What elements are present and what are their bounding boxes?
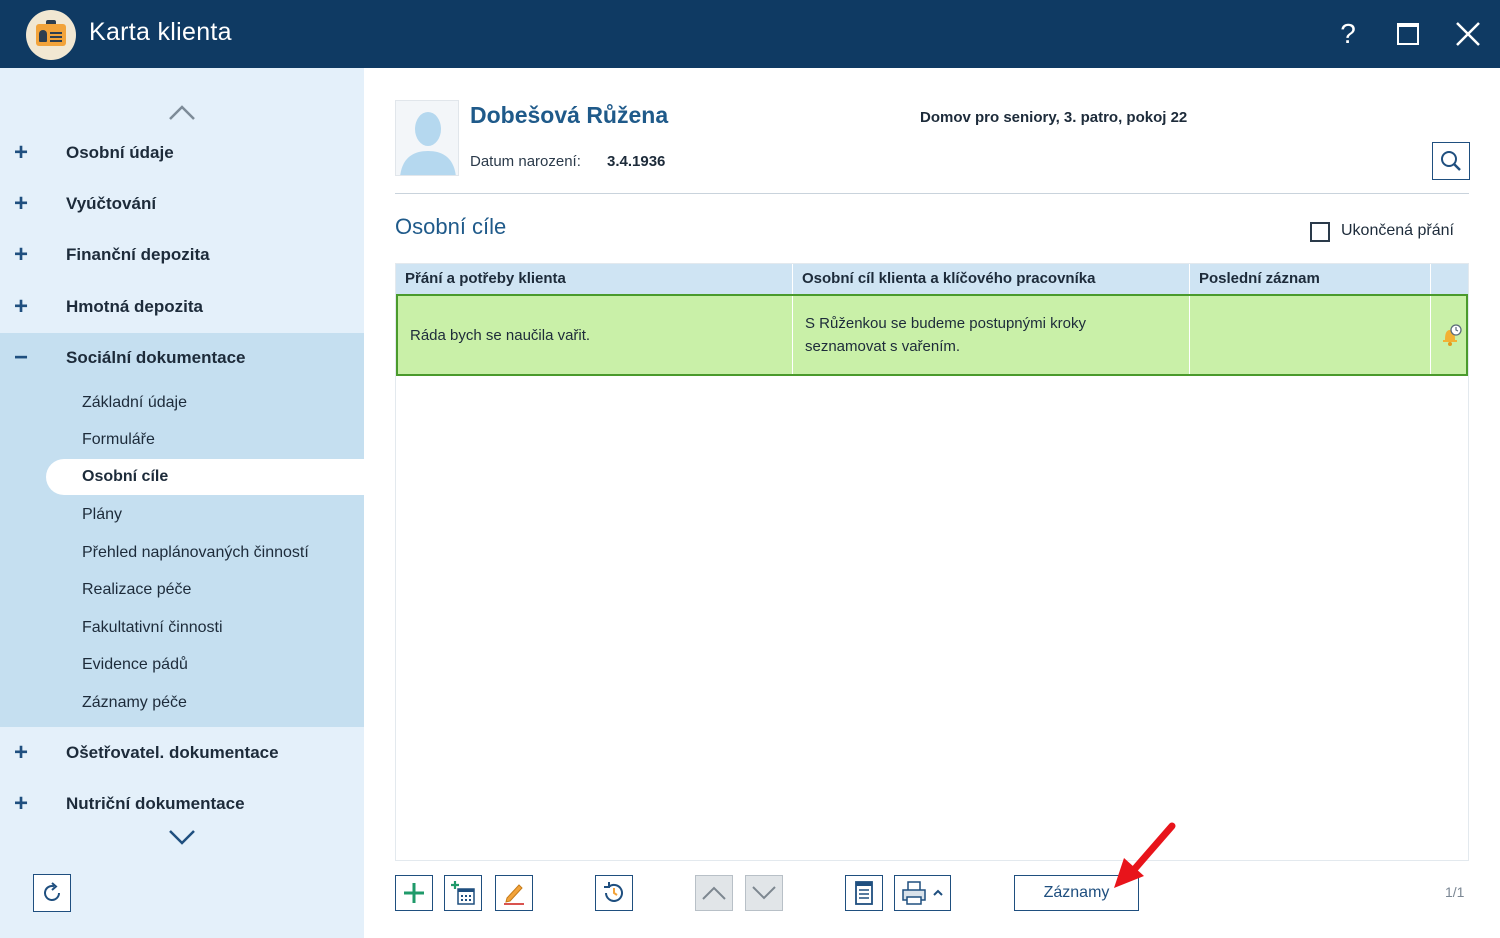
sidebar-item-hmotna-depozita[interactable]: + Hmotná depozita bbox=[0, 287, 364, 327]
expand-icon: + bbox=[14, 293, 29, 320]
client-search-button[interactable] bbox=[1432, 142, 1470, 180]
collapse-icon: − bbox=[14, 344, 29, 371]
scroll-down-icon[interactable] bbox=[168, 828, 196, 846]
refresh-icon bbox=[44, 882, 60, 901]
dob-value: 3.4.1936 bbox=[607, 153, 666, 170]
sidebar-item-label: Nutriční dokumentace bbox=[66, 794, 245, 813]
column-header-last-record[interactable]: Poslední záznam bbox=[1190, 264, 1431, 294]
table-row[interactable]: Ráda bych se naučila vařit. S Růženkou s… bbox=[396, 294, 1468, 376]
close-button[interactable] bbox=[1448, 14, 1488, 54]
dob-label: Datum narození: bbox=[470, 153, 581, 170]
sidebar-item-vyuctovani[interactable]: + Vyúčtování bbox=[0, 184, 364, 224]
ended-wishes-checkbox[interactable] bbox=[1310, 222, 1330, 242]
sidebar-item-label: Vyúčtování bbox=[66, 194, 157, 213]
client-card-icon bbox=[26, 10, 76, 60]
client-name: Dobešová Růžena bbox=[470, 102, 669, 128]
sidebar-item-socialni-dokumentace[interactable]: − Sociální dokumentace bbox=[0, 338, 364, 378]
scroll-up-icon[interactable] bbox=[168, 104, 196, 122]
expand-icon: + bbox=[14, 190, 29, 217]
annotation-arrow-icon bbox=[1114, 822, 1176, 888]
section-title: Osobní cíle bbox=[395, 214, 507, 239]
page-indicator: 1/1 bbox=[1445, 884, 1465, 900]
client-avatar bbox=[395, 100, 459, 176]
sidebar-item-label: Osobní údaje bbox=[66, 143, 174, 162]
expand-icon: + bbox=[14, 241, 29, 268]
subitem-osobni-cile[interactable]: Osobní cíle bbox=[82, 468, 168, 486]
sidebar-item-osobni-udaje[interactable]: + Osobní údaje bbox=[0, 133, 364, 173]
add-scheduled-button[interactable] bbox=[444, 875, 482, 911]
help-button[interactable]: ? bbox=[1328, 14, 1368, 54]
search-icon bbox=[1441, 151, 1461, 171]
move-down-button[interactable] bbox=[745, 875, 783, 911]
column-header-wishes[interactable]: Přání a potřeby klienta bbox=[396, 264, 793, 294]
history-button[interactable] bbox=[595, 875, 633, 911]
reminder-bell-icon[interactable] bbox=[1438, 322, 1464, 348]
maximize-icon bbox=[1397, 23, 1419, 45]
subitem-plany[interactable]: Plány bbox=[82, 506, 122, 524]
sidebar-item-financni-depozita[interactable]: + Finanční depozita bbox=[0, 235, 364, 275]
maximize-button[interactable] bbox=[1388, 14, 1428, 54]
sidebar-item-label: Hmotná depozita bbox=[66, 297, 203, 316]
add-calendar-icon bbox=[451, 881, 475, 905]
client-location: Domov pro seniory, 3. patro, pokoj 22 bbox=[920, 109, 1188, 126]
document-button[interactable] bbox=[845, 875, 883, 911]
table-header: Přání a potřeby klienta Osobní cíl klien… bbox=[396, 264, 1468, 294]
subitem-formulare[interactable]: Formuláře bbox=[82, 431, 155, 449]
sidebar: + Osobní údaje + Vyúčtování + Finanční d… bbox=[0, 68, 364, 938]
move-up-button[interactable] bbox=[695, 875, 733, 911]
subitem-evidence-padu[interactable]: Evidence pádů bbox=[82, 656, 188, 674]
expand-icon: + bbox=[14, 739, 29, 766]
expand-icon: + bbox=[14, 790, 29, 817]
chevron-up-icon bbox=[702, 886, 726, 900]
sidebar-item-label: Finanční depozita bbox=[66, 245, 210, 264]
person-placeholder-icon bbox=[400, 112, 456, 175]
column-header-goal[interactable]: Osobní cíl klienta a klíčového pracovník… bbox=[793, 264, 1190, 294]
title-bar: Karta klienta ? bbox=[0, 0, 1500, 68]
cell-wish: Ráda bych se naučila vařit. bbox=[398, 296, 793, 374]
cell-last-record bbox=[1190, 296, 1431, 374]
expand-icon: + bbox=[14, 139, 29, 166]
history-icon bbox=[604, 882, 623, 902]
edit-button[interactable] bbox=[495, 875, 533, 911]
window-title: Karta klienta bbox=[89, 18, 232, 46]
subitem-fakultativni-cinnosti[interactable]: Fakultativní činnosti bbox=[82, 619, 223, 637]
subitem-realizace-pece[interactable]: Realizace péče bbox=[82, 581, 191, 599]
print-button[interactable] bbox=[894, 875, 951, 911]
sidebar-item-osetrovatel-dokumentace[interactable]: + Ošetřovatel. dokumentace bbox=[0, 733, 364, 773]
add-button[interactable] bbox=[395, 875, 433, 911]
sidebar-item-label: Sociální dokumentace bbox=[66, 348, 246, 367]
subitem-zaznamy-pece[interactable]: Záznamy péče bbox=[82, 694, 187, 712]
refresh-button[interactable] bbox=[33, 874, 71, 912]
close-icon bbox=[1456, 22, 1480, 46]
chevron-down-icon bbox=[752, 886, 776, 900]
cell-goal: S Růženkou se budeme postupnými kroky se… bbox=[793, 296, 1190, 374]
printer-icon bbox=[901, 881, 943, 905]
sidebar-item-label: Ošetřovatel. dokumentace bbox=[66, 743, 279, 762]
pencil-icon bbox=[504, 884, 524, 905]
sidebar-item-nutricni-dokumentace[interactable]: + Nutriční dokumentace bbox=[0, 784, 364, 824]
goals-table: Přání a potřeby klienta Osobní cíl klien… bbox=[395, 263, 1469, 861]
header-divider bbox=[395, 193, 1469, 194]
subitem-prehled-cinnosti[interactable]: Přehled naplánovaných činností bbox=[82, 544, 309, 562]
ended-wishes-label[interactable]: Ukončená přání bbox=[1341, 222, 1454, 240]
subitem-zakladni-udaje[interactable]: Základní údaje bbox=[82, 394, 187, 412]
document-icon bbox=[855, 881, 873, 905]
plus-icon bbox=[404, 883, 424, 903]
